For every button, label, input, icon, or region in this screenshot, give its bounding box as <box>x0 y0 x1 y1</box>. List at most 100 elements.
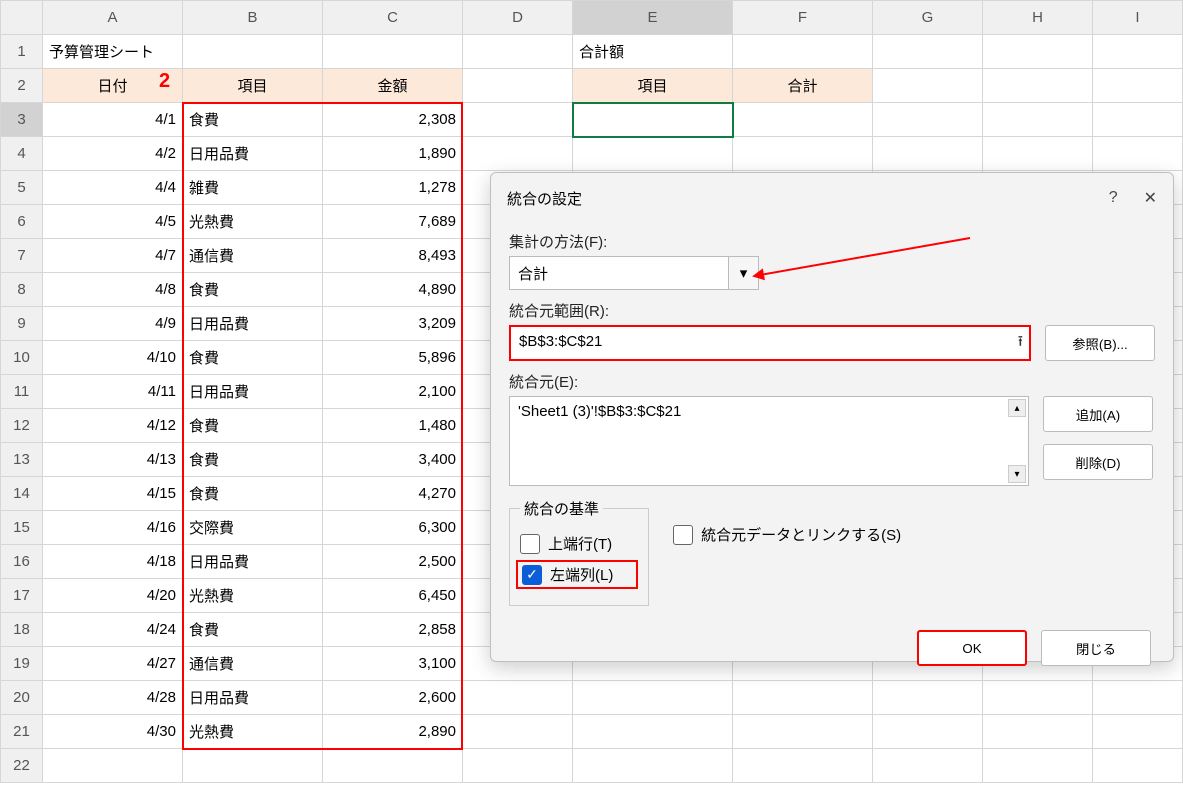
cell[interactable] <box>733 715 873 749</box>
cell[interactable] <box>733 681 873 715</box>
col-header-G[interactable]: G <box>873 1 983 35</box>
cell[interactable]: 項目 <box>183 69 323 103</box>
row-header[interactable]: 14 <box>1 477 43 511</box>
col-header-D[interactable]: D <box>463 1 573 35</box>
cell[interactable] <box>463 103 573 137</box>
cell[interactable]: 4/20 <box>43 579 183 613</box>
cell[interactable]: 1,480 <box>323 409 463 443</box>
col-header-B[interactable]: B <box>183 1 323 35</box>
row-header[interactable]: 7 <box>1 239 43 273</box>
cell[interactable]: 8,493 <box>323 239 463 273</box>
cell[interactable]: 日用品費 <box>183 307 323 341</box>
cell[interactable] <box>983 35 1093 69</box>
sources-list[interactable]: 'Sheet1 (3)'!$B$3:$C$21 ▴ ▾ <box>509 396 1029 486</box>
cell[interactable]: 3,400 <box>323 443 463 477</box>
cell[interactable] <box>873 749 983 783</box>
reference-input[interactable]: $B$3:$C$21 ⭱ <box>509 325 1031 361</box>
selected-cell[interactable] <box>573 103 733 137</box>
cell[interactable]: 食費 <box>183 103 323 137</box>
cell[interactable]: 合計 <box>733 69 873 103</box>
chevron-down-icon[interactable]: ▾ <box>729 256 759 290</box>
cell[interactable]: 6,300 <box>323 511 463 545</box>
cell[interactable]: 食費 <box>183 477 323 511</box>
help-button[interactable]: ? <box>1109 189 1118 207</box>
cell[interactable] <box>1093 681 1183 715</box>
cell[interactable] <box>733 749 873 783</box>
row-header[interactable]: 3 <box>1 103 43 137</box>
cell[interactable] <box>873 35 983 69</box>
cell[interactable]: 4,270 <box>323 477 463 511</box>
cell[interactable]: 4/18 <box>43 545 183 579</box>
cell[interactable]: 食費 <box>183 273 323 307</box>
close-icon[interactable]: ✕ <box>1144 188 1157 208</box>
cell[interactable] <box>983 69 1093 103</box>
row-header[interactable]: 20 <box>1 681 43 715</box>
left-col-checkbox[interactable]: ✓ <box>522 565 542 585</box>
cell[interactable] <box>983 103 1093 137</box>
cell[interactable] <box>463 69 573 103</box>
cell[interactable] <box>463 715 573 749</box>
cell[interactable] <box>1093 103 1183 137</box>
cell[interactable] <box>463 35 573 69</box>
cell[interactable]: 食費 <box>183 613 323 647</box>
cell[interactable]: 4/7 <box>43 239 183 273</box>
cell[interactable] <box>983 715 1093 749</box>
cell[interactable]: 雑費 <box>183 171 323 205</box>
cell[interactable] <box>1093 715 1183 749</box>
scroll-up-icon[interactable]: ▴ <box>1008 399 1026 417</box>
col-header-A[interactable]: A <box>43 1 183 35</box>
row-header[interactable]: 4 <box>1 137 43 171</box>
cell[interactable]: 通信費 <box>183 239 323 273</box>
cell[interactable] <box>873 715 983 749</box>
cell[interactable]: 4/16 <box>43 511 183 545</box>
cell[interactable] <box>573 681 733 715</box>
cell[interactable] <box>873 681 983 715</box>
cell[interactable] <box>1093 69 1183 103</box>
cell[interactable]: 光熱費 <box>183 579 323 613</box>
row-header[interactable]: 9 <box>1 307 43 341</box>
cell[interactable]: 7,689 <box>323 205 463 239</box>
col-header-F[interactable]: F <box>733 1 873 35</box>
row-header[interactable]: 10 <box>1 341 43 375</box>
cell[interactable]: 4/11 <box>43 375 183 409</box>
close-button[interactable]: 閉じる <box>1041 630 1151 666</box>
cell[interactable]: 4/8 <box>43 273 183 307</box>
cell[interactable]: 1,890 <box>323 137 463 171</box>
col-header-I[interactable]: I <box>1093 1 1183 35</box>
cell[interactable]: 2,500 <box>323 545 463 579</box>
col-header-H[interactable]: H <box>983 1 1093 35</box>
cell[interactable]: 合計額 <box>573 35 733 69</box>
top-row-checkbox[interactable] <box>520 534 540 554</box>
cell[interactable] <box>323 749 463 783</box>
cell[interactable]: 2,600 <box>323 681 463 715</box>
col-header-C[interactable]: C <box>323 1 463 35</box>
cell[interactable] <box>873 137 983 171</box>
cell[interactable]: 4/24 <box>43 613 183 647</box>
cell[interactable] <box>1093 137 1183 171</box>
delete-button[interactable]: 削除(D) <box>1043 444 1153 480</box>
cell[interactable] <box>463 681 573 715</box>
cell[interactable] <box>873 103 983 137</box>
cell[interactable]: 日用品費 <box>183 545 323 579</box>
row-header[interactable]: 12 <box>1 409 43 443</box>
cell[interactable]: 食費 <box>183 409 323 443</box>
cell[interactable]: 4/27 <box>43 647 183 681</box>
cell[interactable]: 2,308 <box>323 103 463 137</box>
col-header-E[interactable]: E <box>573 1 733 35</box>
cell[interactable]: 光熱費 <box>183 715 323 749</box>
cell[interactable] <box>733 103 873 137</box>
cell[interactable] <box>983 749 1093 783</box>
cell[interactable] <box>573 715 733 749</box>
cell[interactable]: 4/15 <box>43 477 183 511</box>
cell[interactable]: 1,278 <box>323 171 463 205</box>
cell[interactable] <box>1093 749 1183 783</box>
cell[interactable]: 2,858 <box>323 613 463 647</box>
cell[interactable]: 4/2 <box>43 137 183 171</box>
cell[interactable] <box>983 137 1093 171</box>
cell[interactable]: 4/30 <box>43 715 183 749</box>
select-all-cell[interactable] <box>1 1 43 35</box>
cell[interactable]: 通信費 <box>183 647 323 681</box>
cell[interactable]: 4/9 <box>43 307 183 341</box>
cell[interactable] <box>1093 35 1183 69</box>
row-header[interactable]: 13 <box>1 443 43 477</box>
